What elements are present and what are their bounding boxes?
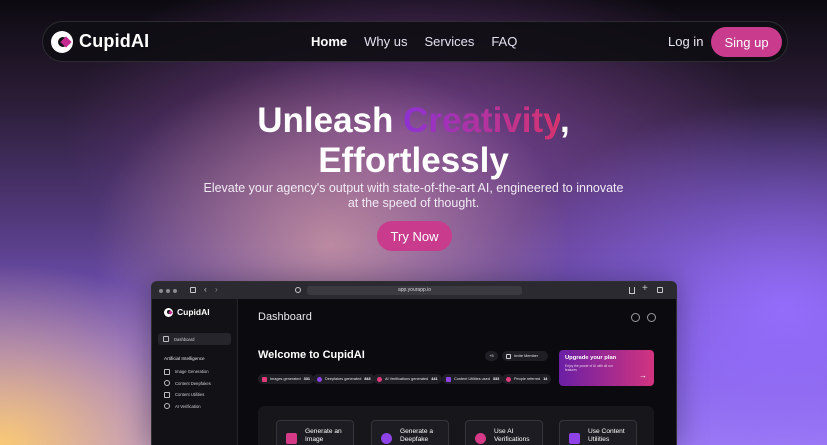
share-icon <box>629 287 635 294</box>
new-tab-icon: + <box>642 283 648 294</box>
hero-title: Unleash Creativity, Effortlessly <box>0 101 827 181</box>
sidebar-item-label: Image Generation <box>175 369 209 375</box>
app-logo-icon <box>164 307 173 317</box>
upgrade-plan-card[interactable]: Upgrade your plan Enjoy the power of AI … <box>559 350 654 386</box>
stat-value: 441 <box>431 377 438 381</box>
hero-subtitle: Elevate your agency's output with state-… <box>203 181 624 210</box>
grid-icon <box>163 336 169 342</box>
sidebar-item-dashboard[interactable]: Dashboard <box>158 333 231 345</box>
app-preview-window: ‹ › app.yourapp.io + CupidAI Dashboard A… <box>151 281 677 445</box>
app-sidebar: CupidAI Dashboard Artificial Intelligenc… <box>152 299 238 445</box>
stat-value: 333 <box>492 377 500 381</box>
card-label: Use AI Verifications <box>494 428 530 443</box>
address-bar: app.yourapp.io <box>307 286 522 295</box>
signup-button[interactable]: Sing up <box>711 27 782 57</box>
utilities-icon <box>164 391 170 398</box>
stat-label: Content Utilities used <box>454 377 490 381</box>
image-icon <box>164 368 170 375</box>
privacy-icon <box>295 287 301 293</box>
nav-link-services[interactable]: Services <box>424 34 474 49</box>
content-utilities-card[interactable]: Use Content Utilities <box>559 420 637 445</box>
sidebar-item-label: Content Deepfakes <box>175 380 211 386</box>
stat-people-referred: People referred 14 <box>502 374 552 384</box>
stat-content-utilities: Content Utilities used 333 <box>442 374 504 384</box>
invite-member-label: Invite Member <box>514 354 539 358</box>
stat-label: AI Verifications generated <box>385 377 429 381</box>
member-count-badge: +5 <box>485 351 498 361</box>
sidebar-item-ai-verification[interactable]: AI Verification <box>158 401 231 413</box>
quick-actions-panel: Generate an Image Generate a Deepfake Us… <box>258 406 654 445</box>
nav-menu: Home Why us Services FAQ <box>311 34 517 49</box>
stat-images-generated: Images generated 331 <box>258 374 314 384</box>
hero-title-line2: Effortlessly <box>318 141 509 180</box>
tabs-overview-icon <box>657 287 663 293</box>
card-label: Generate an Image <box>305 428 342 443</box>
hero-title-part-a: Unleash <box>257 101 404 140</box>
invite-member-button[interactable]: Invite Member <box>502 351 548 361</box>
sidebar-toggle-icon <box>190 287 196 293</box>
hero-title-part-b: , <box>560 101 570 140</box>
upgrade-title: Upgrade your plan <box>565 355 617 361</box>
invite-icon <box>506 353 511 359</box>
top-navbar: CupidAI Home Why us Services FAQ Log in … <box>42 21 788 62</box>
arrow-right-icon: → <box>639 371 647 380</box>
image-icon <box>262 376 267 382</box>
card-label: Generate a Deepfake <box>400 428 433 443</box>
check-icon <box>377 376 382 382</box>
ai-verifications-card[interactable]: Use AI Verifications <box>465 420 543 445</box>
sidebar-item-content-utilities[interactable]: Content Utilities <box>158 389 231 401</box>
try-now-button[interactable]: Try Now <box>377 221 452 251</box>
card-label: Use Content Utilities <box>588 428 625 443</box>
brand-name: CupidAI <box>79 31 150 51</box>
stat-deepfakes-generated: Deepfakes generated 843 <box>313 374 375 384</box>
face-icon <box>164 380 170 387</box>
stat-value: 14 <box>543 377 548 381</box>
page-title: Dashboard <box>258 311 312 323</box>
nav-link-why-us[interactable]: Why us <box>364 34 407 49</box>
settings-icon[interactable] <box>631 313 640 322</box>
stat-label: Images generated <box>270 377 301 381</box>
sidebar-item-label: Content Utilities <box>175 392 205 398</box>
face-icon <box>317 376 322 382</box>
stat-value: 843 <box>364 377 371 381</box>
app-brand-name: CupidAI <box>177 307 210 317</box>
upgrade-text: Enjoy the power of AI with all our featu… <box>565 364 613 372</box>
app-body: CupidAI Dashboard Artificial Intelligenc… <box>152 299 676 445</box>
sidebar-item-image-generation[interactable]: Image Generation <box>158 366 231 378</box>
hero-title-highlight: Creativity <box>403 101 561 140</box>
stat-value: 331 <box>303 377 310 381</box>
forward-icon: › <box>215 285 218 294</box>
browser-toolbar: ‹ › app.yourapp.io + <box>152 282 676 299</box>
stat-label: Deepfakes generated <box>325 377 362 381</box>
check-icon <box>475 433 486 444</box>
app-brand: CupidAI <box>164 307 231 317</box>
window-controls <box>159 288 177 293</box>
logout-icon[interactable] <box>647 313 656 322</box>
sidebar-group-title: Artificial Intelligence <box>164 356 205 361</box>
back-icon: ‹ <box>204 285 207 294</box>
generate-image-card[interactable]: Generate an Image <box>276 420 354 445</box>
people-icon <box>506 376 511 382</box>
app-main: Dashboard Welcome to CupidAI +5 Invite M… <box>238 299 676 445</box>
header-actions <box>631 313 656 322</box>
logo[interactable]: CupidAI <box>51 30 150 53</box>
sidebar-item-label: AI Verification <box>175 403 201 409</box>
nav-link-faq[interactable]: FAQ <box>491 34 517 49</box>
cupid-logo-icon <box>51 30 73 53</box>
login-link[interactable]: Log in <box>668 34 703 49</box>
utilities-icon <box>446 376 451 382</box>
sidebar-item-content-deepfakes[interactable]: Content Deepfakes <box>158 378 231 390</box>
check-icon <box>164 403 170 410</box>
sidebar-item-label: Dashboard <box>174 336 195 342</box>
welcome-heading: Welcome to CupidAI <box>258 349 365 361</box>
stat-ai-verifications: AI Verifications generated 441 <box>373 374 442 384</box>
stat-label: People referred <box>514 377 541 381</box>
face-icon <box>381 433 392 444</box>
image-icon <box>286 433 297 444</box>
generate-deepfake-card[interactable]: Generate a Deepfake <box>371 420 449 445</box>
nav-link-home[interactable]: Home <box>311 34 347 49</box>
utilities-icon <box>569 433 580 444</box>
url-text: app.yourapp.io <box>397 287 432 293</box>
